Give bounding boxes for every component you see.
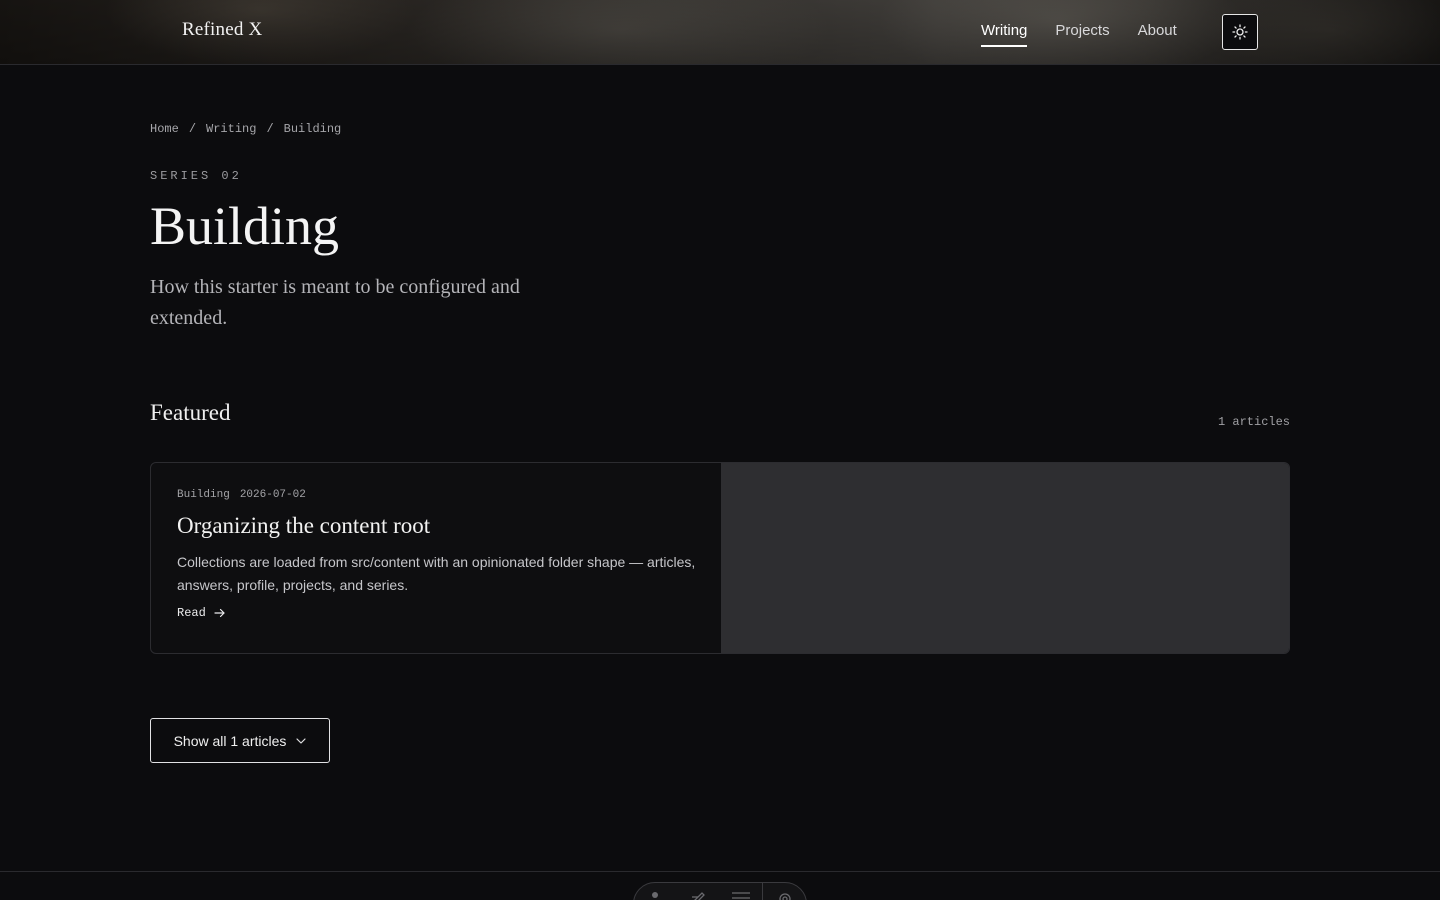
person-icon	[652, 892, 659, 898]
article-count: 1 articles	[1217, 415, 1290, 429]
show-all-button[interactable]: Show all 1 articles	[150, 718, 330, 763]
dock-item-profile[interactable]	[634, 891, 677, 900]
sun-icon	[1232, 24, 1248, 40]
gear-icon	[778, 893, 791, 900]
card-text: Building 2026-07-02 Organizing the conte…	[151, 463, 721, 653]
page-title: Building	[150, 196, 340, 256]
pen-icon	[692, 892, 706, 900]
breadcrumb-separator: /	[188, 122, 197, 136]
theme-toggle-button[interactable]	[1222, 14, 1258, 50]
site-header: Refined X Writing Projects About	[0, 0, 1440, 65]
main-nav: Writing Projects About	[981, 22, 1177, 47]
read-link[interactable]: Read	[177, 606, 695, 620]
breadcrumb-separator: /	[266, 122, 274, 136]
brand-logo[interactable]: Refined X	[182, 19, 262, 41]
card-description: Collections are loaded from src/content …	[177, 554, 696, 593]
chevron-down-icon	[296, 737, 307, 744]
card-tag: Building	[177, 489, 230, 501]
nav-writing[interactable]: Writing	[981, 22, 1028, 47]
card-image-placeholder	[721, 463, 1289, 653]
dock-item-settings[interactable]	[763, 891, 806, 900]
breadcrumb-home[interactable]: Home	[150, 122, 179, 136]
card-date: 2026-07-02	[239, 489, 306, 501]
card-title[interactable]: Organizing the content root	[177, 513, 695, 539]
dock-item-menu[interactable]	[720, 891, 763, 900]
nav-projects[interactable]: Projects	[1055, 22, 1109, 47]
show-all-label: Show all 1 articles	[173, 732, 287, 749]
series-eyebrow: SERIES 02	[150, 169, 242, 183]
dock-item-write[interactable]	[677, 891, 720, 900]
series-description: How this starter is meant to be configur…	[150, 276, 520, 329]
bottom-dock	[633, 882, 807, 900]
breadcrumb: Home / Writing / Building	[150, 122, 341, 136]
featured-heading: Featured	[150, 400, 231, 425]
breadcrumb-writing[interactable]: Writing	[206, 122, 256, 136]
breadcrumb-current: Building	[283, 122, 342, 136]
nav-about[interactable]: About	[1138, 22, 1177, 47]
featured-article-card[interactable]: Building 2026-07-02 Organizing the conte…	[150, 462, 1290, 654]
card-meta: Building 2026-07-02	[177, 489, 695, 501]
menu-icon	[731, 892, 750, 899]
arrow-right-icon	[214, 608, 225, 618]
footer-divider	[0, 871, 1440, 872]
read-label: Read	[177, 606, 206, 620]
